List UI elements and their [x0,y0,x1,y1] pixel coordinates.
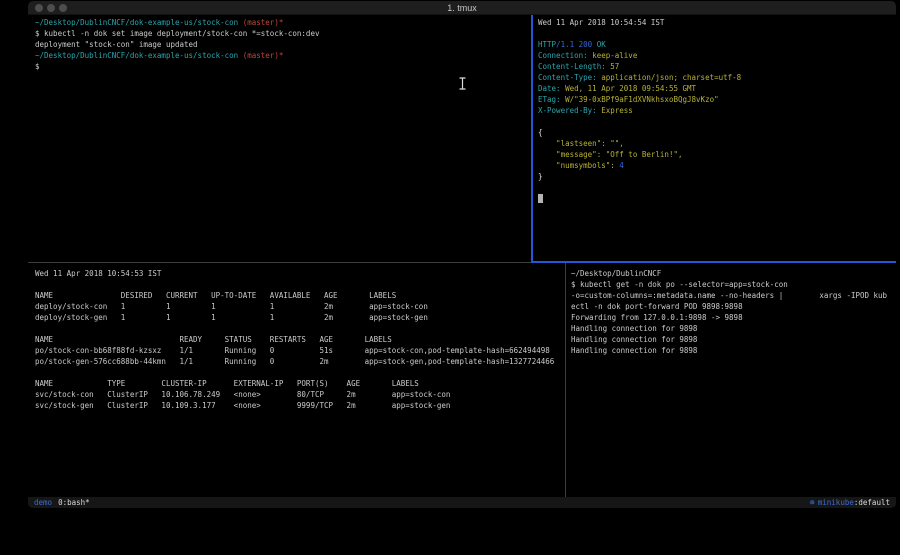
pane-divider-horizontal-right-active[interactable] [531,261,896,263]
desktop: 1. tmux ~/Desktop/DublinCNCF/dok-example… [0,0,900,555]
pane-divider-vertical-top-active[interactable] [531,15,533,263]
pane-divider-horizontal-left[interactable] [28,262,531,263]
kube-namespace: :default [854,497,890,508]
window-label[interactable]: 0:bash* [58,497,90,508]
kube-context: minikube [818,497,854,508]
session-name[interactable]: demo [34,497,52,508]
tmux-status-bar: demo 0:bash* ☸ minikube :default [28,497,896,508]
terminal-window: 1. tmux ~/Desktop/DublinCNCF/dok-example… [28,1,896,508]
pane-top-right-http-response[interactable]: Wed 11 Apr 2018 10:54:54 IST HTTP/1.1 20… [533,15,896,263]
pane-bottom-left-kubectl-get[interactable]: Wed 11 Apr 2018 10:54:53 IST NAME DESIRE… [28,263,572,498]
tmux-terminal: ~/Desktop/DublinCNCF/dok-example-us/stoc… [28,15,896,498]
window-title: 1. tmux [28,2,896,14]
pane-divider-vertical-bottom[interactable] [565,263,566,498]
window-titlebar[interactable]: 1. tmux [28,1,896,15]
pane-top-left-shell[interactable]: ~/Desktop/DublinCNCF/dok-example-us/stoc… [28,15,538,263]
pane-bottom-right-port-forward[interactable]: ~/Desktop/DublinCNCF $ kubectl get -n do… [566,263,896,498]
mouse-ibeam-cursor [458,77,467,90]
kubernetes-helm-icon: ☸ [810,497,815,508]
